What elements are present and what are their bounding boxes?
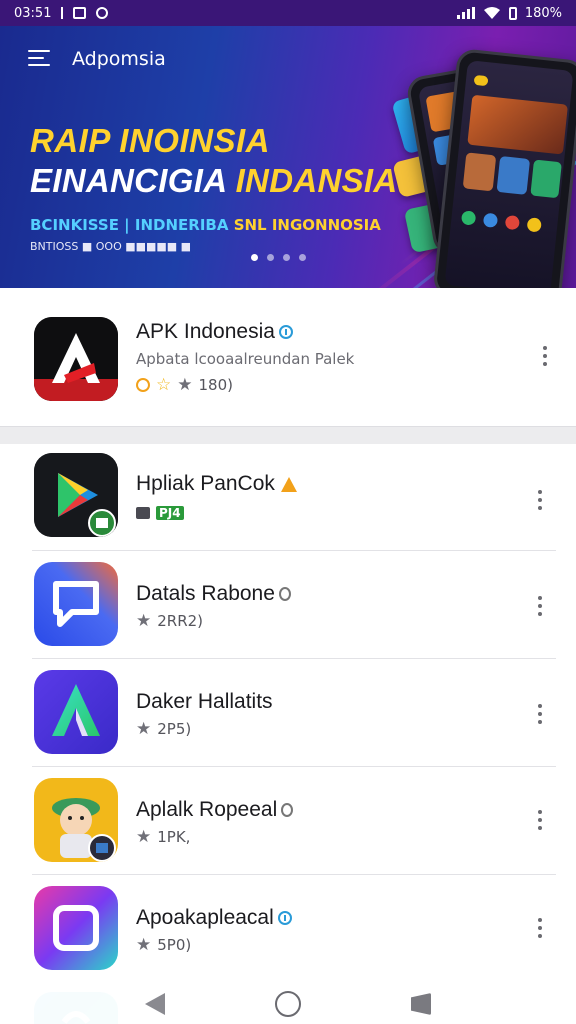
carousel-indicator[interactable] bbox=[251, 254, 306, 261]
star-outline-icon: ☆ bbox=[156, 374, 172, 395]
rating-circle-icon bbox=[136, 378, 150, 392]
more-options-icon[interactable] bbox=[530, 592, 550, 620]
featured-app-card[interactable]: APK Indonesia Apbata lcooaalreundan Pale… bbox=[0, 288, 576, 426]
carousel-dot[interactable] bbox=[299, 254, 306, 261]
app-name[interactable]: Aplalk Ropeeal bbox=[136, 798, 294, 822]
verified-icon bbox=[277, 911, 292, 926]
star-icon: ★ bbox=[177, 374, 193, 395]
carousel-dot[interactable] bbox=[267, 254, 274, 261]
app-meta: PJ4 bbox=[136, 506, 184, 520]
size-badge: PJ4 bbox=[156, 506, 184, 520]
app-meta: ★ 2RR2) bbox=[136, 610, 204, 631]
status-time: 03:51 bbox=[14, 5, 52, 21]
sync-icon bbox=[96, 7, 109, 19]
system-navigation-bar bbox=[0, 984, 576, 1024]
chat-app-icon[interactable] bbox=[34, 562, 118, 646]
more-options-icon[interactable] bbox=[530, 700, 550, 728]
more-options-icon[interactable] bbox=[530, 806, 550, 834]
battery-level: 180% bbox=[524, 5, 562, 21]
a-logo-app-icon[interactable] bbox=[34, 670, 118, 754]
play-app-icon[interactable] bbox=[34, 453, 118, 537]
more-options-icon[interactable] bbox=[530, 914, 550, 942]
carousel-dot[interactable] bbox=[283, 254, 290, 261]
app-meta: ★ 2P5) bbox=[136, 718, 192, 739]
banner-headline-2: EINANCIGIA INDANSIA bbox=[30, 162, 398, 199]
app-name[interactable]: Daker Hallatits bbox=[136, 690, 273, 714]
square-icon bbox=[73, 7, 87, 19]
star-icon: ★ bbox=[136, 934, 152, 955]
separator-icon bbox=[61, 7, 64, 19]
star-icon: ★ bbox=[136, 826, 152, 847]
app-name[interactable]: Hpliak PanCok bbox=[136, 472, 297, 496]
tag-icon bbox=[136, 507, 150, 519]
app-name[interactable]: Datals Rabone bbox=[136, 582, 291, 606]
recent-apps-icon[interactable] bbox=[411, 993, 431, 1015]
section-divider bbox=[0, 426, 576, 444]
phone-illustration bbox=[432, 47, 576, 288]
promo-banner[interactable]: Adpomsia RAIP INOINSIA EINANCIGIA INDANS… bbox=[0, 26, 576, 288]
row-divider bbox=[32, 766, 556, 767]
rating-count: 180) bbox=[198, 376, 233, 394]
more-options-icon[interactable] bbox=[535, 342, 555, 370]
info-icon bbox=[281, 803, 294, 818]
back-icon[interactable] bbox=[145, 993, 165, 1015]
app-title: Adpomsia bbox=[72, 48, 166, 70]
carousel-dot[interactable] bbox=[251, 254, 258, 261]
warning-icon bbox=[280, 476, 297, 492]
banner-headline-1: RAIP INOINSIA bbox=[30, 122, 270, 159]
app-name[interactable]: Apoakapleacal bbox=[136, 906, 292, 930]
banner-subtag: BNTIOSS ■ OOO ■■■■■ ■ bbox=[30, 240, 192, 253]
app-meta: ★ 1PK, bbox=[136, 826, 191, 847]
home-icon[interactable] bbox=[275, 991, 301, 1017]
wifi-icon bbox=[483, 7, 500, 19]
app-meta: ★ 5P0) bbox=[136, 934, 192, 955]
row-divider bbox=[32, 658, 556, 659]
featured-app-rating: ☆ ★ 180) bbox=[136, 376, 233, 394]
menu-icon[interactable] bbox=[28, 50, 50, 68]
star-icon: ★ bbox=[136, 610, 152, 631]
featured-app-name[interactable]: APK Indonesia bbox=[136, 320, 293, 344]
app-list: Hpliak PanCok PJ4 Datals Rabone ★ 2RR2) bbox=[0, 444, 576, 1024]
row-divider bbox=[32, 550, 556, 551]
more-options-icon[interactable] bbox=[530, 486, 550, 514]
featured-app-subtitle: Apbata lcooaalreundan Palek bbox=[136, 350, 355, 368]
apk-indonesia-icon[interactable] bbox=[34, 317, 118, 401]
star-icon: ★ bbox=[136, 718, 152, 739]
banner-tagline: BCINKISSE | INDNERIBA SNL INGONNOSIA bbox=[30, 216, 381, 234]
battery-icon bbox=[508, 6, 517, 20]
info-icon bbox=[278, 587, 291, 602]
status-bar: 03:51 180% bbox=[0, 0, 576, 26]
square-gradient-app-icon[interactable] bbox=[34, 886, 118, 970]
signal-icon bbox=[456, 7, 475, 19]
verified-icon bbox=[278, 325, 293, 340]
row-divider bbox=[32, 874, 556, 875]
character-app-icon[interactable] bbox=[34, 778, 118, 862]
